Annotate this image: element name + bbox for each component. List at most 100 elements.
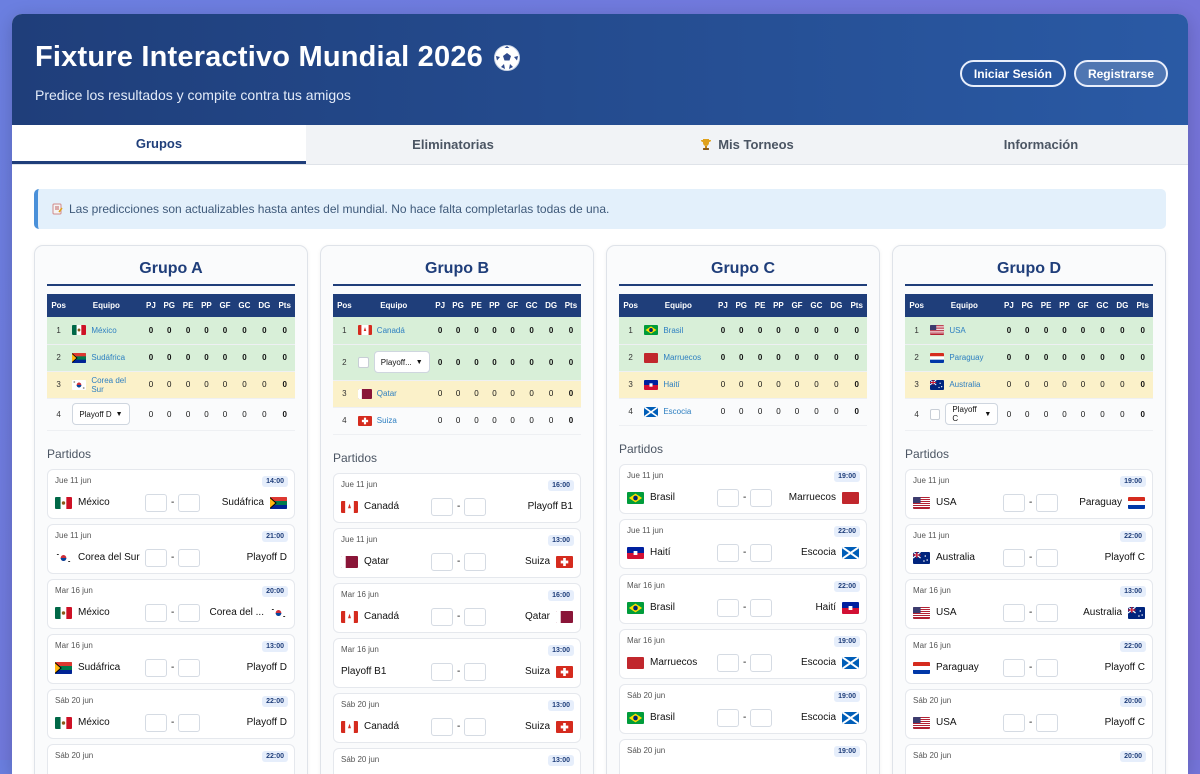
away-score-input[interactable]: [1036, 659, 1058, 677]
away-score-input[interactable]: [178, 549, 200, 567]
match-home: Canadá: [341, 501, 431, 513]
flag-paraguay-icon: [930, 353, 944, 363]
standings-team[interactable]: Marruecos: [642, 344, 714, 371]
flag-switzerland-icon: [556, 666, 573, 678]
stat-pg: 0: [160, 317, 179, 344]
standings-table: PosEquipoPJPGPEPPGFGCDGPts1Canadá0000000…: [333, 294, 581, 435]
home-score-input[interactable]: [145, 659, 167, 677]
home-score-input[interactable]: [1003, 604, 1025, 622]
away-score-input[interactable]: [178, 494, 200, 512]
standings-team[interactable]: Escocia: [642, 398, 714, 425]
standings-team[interactable]: USA: [928, 317, 1000, 344]
away-score-input[interactable]: [464, 663, 486, 681]
stat-pg: 0: [1018, 398, 1037, 430]
stat-pts: 0: [1132, 317, 1153, 344]
away-score-input[interactable]: [1036, 494, 1058, 512]
stat-pj: 0: [1000, 371, 1017, 398]
home-score-input[interactable]: [717, 489, 739, 507]
home-score-input[interactable]: [145, 494, 167, 512]
standings-team[interactable]: Suiza: [356, 407, 432, 434]
home-score-input[interactable]: [1003, 494, 1025, 512]
away-score-input[interactable]: [464, 553, 486, 571]
away-score-input[interactable]: [1036, 714, 1058, 732]
home-score-input[interactable]: [717, 599, 739, 617]
away-score-input[interactable]: [178, 714, 200, 732]
home-score-input[interactable]: [431, 663, 453, 681]
tab-eliminatorias[interactable]: Eliminatorias: [306, 125, 600, 164]
away-score-input[interactable]: [464, 608, 486, 626]
home-score-input[interactable]: [431, 718, 453, 736]
stat-gc: 0: [806, 398, 826, 425]
tab-mis-torneos[interactable]: Mis Torneos: [600, 125, 894, 164]
stat-gc: 0: [806, 371, 826, 398]
away-score-input[interactable]: [750, 489, 772, 507]
flag-paraguay-icon: [1128, 497, 1145, 509]
away-score-input[interactable]: [178, 604, 200, 622]
flag-south-korea-icon: [270, 607, 287, 619]
playoff-select[interactable]: Playoff...▼: [374, 351, 430, 373]
standings-row: 2Paraguay00000000: [905, 344, 1153, 371]
away-score-input[interactable]: [750, 599, 772, 617]
home-score-input[interactable]: [1003, 659, 1025, 677]
stat-pe: 0: [179, 398, 197, 430]
standings-team[interactable]: Australia: [928, 371, 1000, 398]
tab-grupos[interactable]: Grupos: [12, 125, 306, 164]
home-score-input[interactable]: [431, 553, 453, 571]
tab-informacion[interactable]: Información: [894, 125, 1188, 164]
home-score-input[interactable]: [1003, 549, 1025, 567]
away-score-input[interactable]: [1036, 604, 1058, 622]
playoff-select[interactable]: Playoff C▼: [945, 403, 998, 425]
col-header-gc: GC: [234, 294, 254, 317]
home-score-input[interactable]: [717, 654, 739, 672]
home-score-input[interactable]: [145, 714, 167, 732]
match-home: Corea del Sur: [55, 552, 145, 564]
away-score-input[interactable]: [1036, 549, 1058, 567]
col-header-pos: Pos: [619, 294, 642, 317]
home-team-name: USA: [936, 607, 957, 618]
match-home: Qatar: [341, 556, 431, 568]
match-row: Brasil-Marruecos: [627, 489, 859, 507]
match-home: Playoff B1: [341, 666, 431, 677]
match-score: -: [145, 714, 200, 732]
away-score-input[interactable]: [464, 498, 486, 516]
standings-team[interactable]: Corea del Sur: [70, 371, 142, 398]
home-score-input[interactable]: [1003, 714, 1025, 732]
match-card: Mar 16 jun13:00Playoff B1-Suiza: [333, 638, 581, 688]
home-score-input[interactable]: [145, 549, 167, 567]
standings-pos: 2: [47, 344, 70, 371]
login-button[interactable]: Iniciar Sesión: [960, 60, 1066, 87]
match-date: Jue 11 jun: [55, 531, 287, 540]
away-score-input[interactable]: [750, 709, 772, 727]
away-score-input[interactable]: [178, 659, 200, 677]
flag-scotland-icon: [644, 407, 658, 417]
playoff-select[interactable]: Playoff D▼: [72, 403, 129, 425]
team-checkbox[interactable]: [930, 409, 940, 420]
away-score-input[interactable]: [750, 544, 772, 562]
match-away: Marruecos: [772, 492, 859, 504]
match-date: Sáb 20 jun: [55, 696, 287, 705]
home-score-input[interactable]: [431, 608, 453, 626]
stat-pj: 0: [432, 407, 449, 434]
chevron-down-icon: ▼: [416, 359, 423, 366]
standings-team[interactable]: Paraguay: [928, 344, 1000, 371]
standings-team[interactable]: Haití: [642, 371, 714, 398]
team-checkbox[interactable]: [358, 357, 369, 368]
col-header-pos: Pos: [47, 294, 70, 317]
standings-team[interactable]: Canadá: [356, 317, 432, 344]
home-score-input[interactable]: [717, 544, 739, 562]
home-team-name: México: [78, 717, 110, 728]
standings-team[interactable]: Brasil: [642, 317, 714, 344]
match-score: -: [1003, 494, 1058, 512]
stat-gf: 0: [1074, 371, 1093, 398]
stat-pj: 0: [142, 344, 159, 371]
standings-team[interactable]: Qatar: [356, 380, 432, 407]
register-button[interactable]: Registrarse: [1074, 60, 1168, 87]
standings-team[interactable]: Sudáfrica: [70, 344, 142, 371]
standings-team[interactable]: México: [70, 317, 142, 344]
away-score-input[interactable]: [464, 718, 486, 736]
home-score-input[interactable]: [431, 498, 453, 516]
away-score-input[interactable]: [750, 654, 772, 672]
match-card: Mar 16 jun16:00Canadá-Qatar: [333, 583, 581, 633]
home-score-input[interactable]: [717, 709, 739, 727]
home-score-input[interactable]: [145, 604, 167, 622]
